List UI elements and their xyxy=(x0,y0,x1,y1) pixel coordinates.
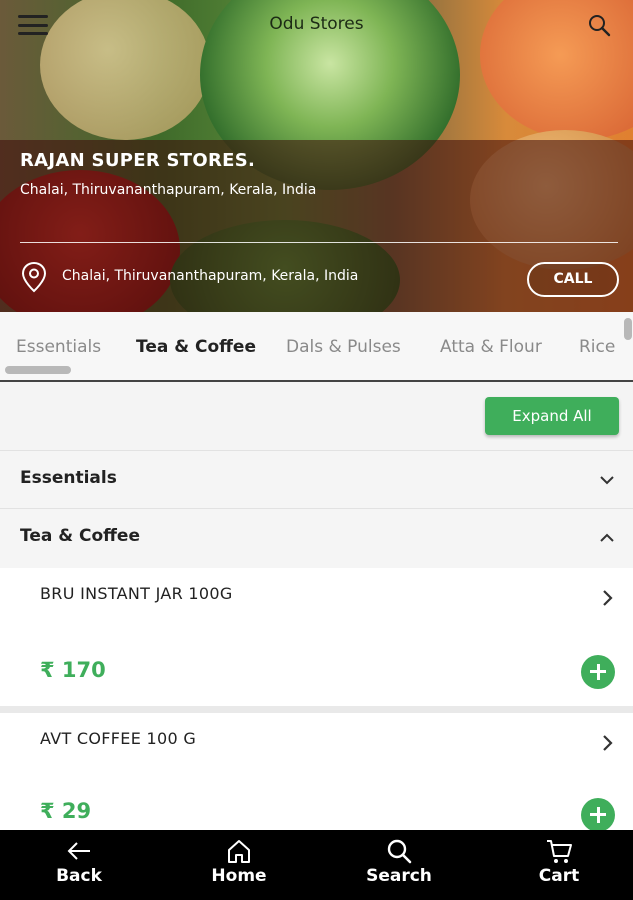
product-name: BRU INSTANT JAR 100G xyxy=(40,584,233,603)
chevron-right-icon[interactable] xyxy=(597,731,617,755)
add-to-cart-button[interactable] xyxy=(581,798,615,832)
nav-back-button[interactable]: Back xyxy=(0,830,158,900)
product-price: ₹ 170 xyxy=(40,658,106,682)
store-hero-banner: Odu Stores RAJAN SUPER STORES. Chalai, T… xyxy=(0,0,633,312)
product-price: ₹ 29 xyxy=(40,799,92,823)
product-card[interactable]: BRU INSTANT JAR 100G ₹ 170 xyxy=(0,568,633,706)
location-pin-icon xyxy=(21,261,47,293)
tab-essentials[interactable]: Essentials xyxy=(16,337,101,357)
home-icon xyxy=(228,840,250,863)
nav-search-button[interactable]: Search xyxy=(320,830,478,900)
tab-atta-flour[interactable]: Atta & Flour xyxy=(440,337,542,357)
store-location-text: Chalai, Thiruvananthapuram, Kerala, Indi… xyxy=(62,268,359,284)
tab-rice[interactable]: Rice xyxy=(579,337,615,357)
section-header-essentials[interactable]: Essentials xyxy=(0,450,633,508)
product-card[interactable]: AVT COFFEE 100 G ₹ 29 xyxy=(0,713,633,830)
nav-label: Home xyxy=(211,866,267,886)
cart-icon xyxy=(547,840,572,863)
expand-all-button[interactable]: Expand All xyxy=(485,397,619,435)
nav-cart-button[interactable]: Cart xyxy=(480,830,633,900)
nav-label: Cart xyxy=(538,866,580,886)
store-name: RAJAN SUPER STORES. xyxy=(20,150,256,171)
add-to-cart-button[interactable] xyxy=(581,655,615,689)
app-title: Odu Stores xyxy=(269,14,364,34)
hero-divider xyxy=(20,242,618,243)
tab-tea-coffee[interactable]: Tea & Coffee xyxy=(136,337,256,357)
tab-dals-pulses[interactable]: Dals & Pulses xyxy=(286,337,401,357)
arrow-left-icon xyxy=(67,842,90,860)
top-app-bar: Odu Stores xyxy=(0,0,633,52)
section-label: Essentials xyxy=(20,468,117,488)
nav-label: Back xyxy=(56,866,102,886)
card-divider xyxy=(0,706,633,713)
chevron-right-icon[interactable] xyxy=(597,586,617,610)
bottom-navigation: Back Home Search Cart xyxy=(0,830,633,900)
category-tabs: Essentials Tea & Coffee Dals & Pulses At… xyxy=(0,312,633,382)
product-name: AVT COFFEE 100 G xyxy=(40,729,197,748)
chevron-up-icon xyxy=(600,533,614,542)
search-icon xyxy=(387,839,412,864)
tabs-horizontal-scrollbar[interactable] xyxy=(5,366,71,374)
vertical-scrollbar[interactable] xyxy=(624,318,632,340)
nav-label: Search xyxy=(366,866,432,886)
search-icon[interactable] xyxy=(587,13,611,37)
store-address: Chalai, Thiruvananthapuram, Kerala, Indi… xyxy=(20,182,317,198)
section-header-tea-coffee[interactable]: Tea & Coffee xyxy=(0,508,633,568)
call-button[interactable]: CALL xyxy=(527,262,619,297)
nav-home-button[interactable]: Home xyxy=(160,830,318,900)
section-label: Tea & Coffee xyxy=(20,526,140,546)
chevron-down-icon xyxy=(600,476,614,485)
